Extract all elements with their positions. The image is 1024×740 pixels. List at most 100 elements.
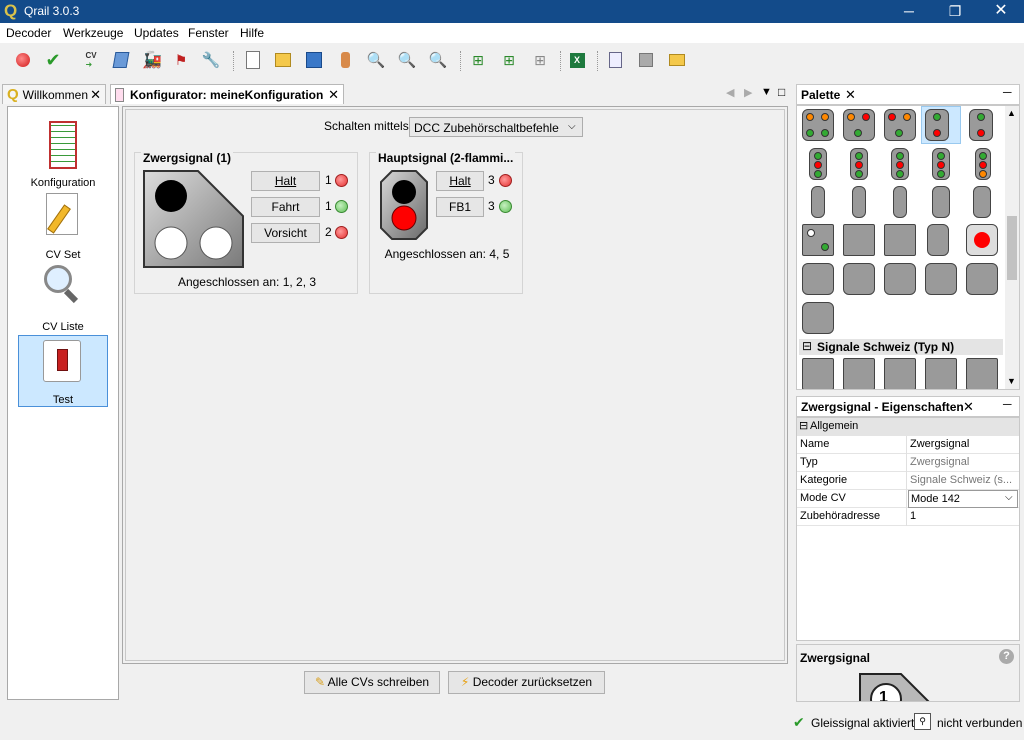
- zoom-icon[interactable]: 🔍: [365, 50, 387, 70]
- new-config-icon[interactable]: [242, 50, 264, 70]
- collapse-icon[interactable]: ⊟: [799, 419, 808, 432]
- palette-signal-icon[interactable]: [809, 148, 827, 180]
- aspect-fb1-button[interactable]: FB1: [436, 197, 484, 217]
- add-page-icon[interactable]: [604, 50, 626, 70]
- properties-close-icon[interactable]: ✕: [963, 399, 974, 415]
- palette-blank-icon[interactable]: [927, 224, 949, 256]
- tab-konfigurator[interactable]: Konfigurator: meineKonfiguration ✕: [110, 84, 344, 104]
- palette-signal-icon[interactable]: [893, 186, 907, 218]
- green-led-icon: [499, 200, 512, 213]
- palette-swiss-icon[interactable]: [925, 358, 957, 389]
- menu-fenster[interactable]: Fenster: [188, 26, 229, 40]
- palette-signal-icon[interactable]: [802, 109, 834, 141]
- write-all-cvs-button[interactable]: ✎ Alle CVs schreiben: [304, 671, 440, 694]
- tab-scroll-left-icon[interactable]: ◀: [726, 86, 734, 99]
- nav-test[interactable]: Test: [18, 335, 108, 407]
- palette-signal-icon[interactable]: [884, 263, 916, 295]
- folder-icon[interactable]: [666, 50, 688, 70]
- close-icon[interactable]: ✕: [978, 0, 1024, 23]
- palette-close-icon[interactable]: ✕: [845, 87, 856, 103]
- palette-signal-icon[interactable]: [802, 263, 834, 295]
- property-value[interactable]: Zwergsignal: [910, 438, 1018, 450]
- palette-signal-icon[interactable]: [891, 148, 909, 180]
- switch-mode-select[interactable]: DCC Zubehörschaltbefehle ⌵: [409, 117, 583, 137]
- signal-import-icon[interactable]: ⚑: [170, 50, 192, 70]
- palette-dwarf-icon[interactable]: [802, 224, 834, 256]
- palette-signal-icon[interactable]: [852, 186, 866, 218]
- palette-bar-icon[interactable]: [884, 224, 916, 256]
- stack-icon[interactable]: [635, 50, 657, 70]
- property-value[interactable]: 1: [910, 510, 1018, 522]
- cv-write-icon[interactable]: [110, 50, 132, 70]
- palette-signal-icon[interactable]: [843, 263, 875, 295]
- palette-signal-icon[interactable]: [843, 109, 875, 141]
- tree-add-icon[interactable]: ⊞: [498, 50, 520, 70]
- tab-scroll-right-icon[interactable]: ▶: [744, 86, 752, 99]
- aspect-fahrt-button[interactable]: Fahrt: [251, 197, 320, 217]
- palette-swiss-icon[interactable]: [966, 358, 998, 389]
- menu-hilfe[interactable]: Hilfe: [240, 26, 264, 40]
- palette-diagonal-icon[interactable]: [843, 224, 875, 256]
- palette-signal-icon[interactable]: [884, 109, 916, 141]
- palette-signal-icon[interactable]: [925, 263, 957, 295]
- aspect-halt-button[interactable]: Halt: [251, 171, 320, 191]
- tab-close-icon[interactable]: ✕: [90, 87, 101, 103]
- tree-remove-icon[interactable]: ⊞: [529, 50, 551, 70]
- menu-updates[interactable]: Updates: [134, 26, 179, 40]
- menu-decoder[interactable]: Decoder: [6, 26, 51, 40]
- help-icon[interactable]: ?: [999, 649, 1014, 664]
- bottle-icon[interactable]: [334, 50, 356, 70]
- check-icon[interactable]: ✔: [42, 50, 64, 70]
- palette-signal-icon[interactable]: [969, 109, 993, 141]
- palette-signal-icon[interactable]: [802, 302, 834, 334]
- tab-close-icon[interactable]: ✕: [328, 87, 339, 103]
- palette-signal-icon[interactable]: [966, 263, 998, 295]
- nav-cv-liste[interactable]: CV Liste: [18, 263, 108, 333]
- maximize-icon[interactable]: ❐: [932, 0, 978, 23]
- excel-export-icon[interactable]: X: [566, 50, 588, 70]
- nav-konfiguration[interactable]: Konfiguration: [18, 117, 108, 189]
- zoom-in-icon[interactable]: 🔍: [396, 50, 418, 70]
- tab-willkommen[interactable]: Q Willkommen ✕: [2, 84, 106, 104]
- zoom-out-icon[interactable]: 🔍: [427, 50, 449, 70]
- palette-scrollbar[interactable]: ▲ ▼: [1005, 106, 1019, 389]
- minimize-icon[interactable]: ─: [886, 0, 932, 23]
- palette-section-header[interactable]: ⊟ Signale Schweiz (Typ N): [799, 339, 1003, 355]
- palette-swiss-icon[interactable]: [884, 358, 916, 389]
- menu-werkzeuge[interactable]: Werkzeuge: [63, 26, 123, 40]
- palette-minimize-icon[interactable]: ─: [1003, 85, 1012, 99]
- properties-group-header[interactable]: ⊟ Allgemein: [797, 418, 1019, 436]
- palette-signal-selected-icon[interactable]: [925, 109, 949, 141]
- palette-red-icon[interactable]: [966, 224, 998, 256]
- tab-list-icon[interactable]: ▼: [761, 86, 772, 98]
- mode-cv-select[interactable]: Mode 142 ⌵: [908, 490, 1018, 508]
- palette-signal-icon[interactable]: [850, 148, 868, 180]
- scroll-up-icon[interactable]: ▲: [1007, 108, 1016, 118]
- palette-signal-icon[interactable]: [975, 148, 991, 180]
- tools-icon[interactable]: 🔧: [200, 50, 222, 70]
- scroll-down-icon[interactable]: ▼: [1007, 376, 1016, 386]
- open-config-icon[interactable]: [272, 50, 294, 70]
- palette-swiss-icon[interactable]: [843, 358, 875, 389]
- reset-decoder-button[interactable]: ⚡ Decoder zurücksetzen: [448, 671, 605, 694]
- record-icon[interactable]: [12, 50, 34, 70]
- tree-icon[interactable]: ⊞: [467, 50, 489, 70]
- palette-signal-icon[interactable]: [932, 148, 950, 180]
- dwarf-signal-image[interactable]: [143, 170, 244, 268]
- palette-swiss-icon[interactable]: [802, 358, 834, 389]
- maximize-pane-icon[interactable]: □: [778, 85, 785, 99]
- palette-signal-icon[interactable]: [932, 186, 950, 218]
- locomotive-icon[interactable]: 🚂: [141, 50, 163, 70]
- palette-signal-icon[interactable]: [811, 186, 825, 218]
- main-signal-image[interactable]: [380, 170, 428, 240]
- properties-minimize-icon[interactable]: ─: [1003, 397, 1012, 411]
- aspect-vorsicht-button[interactable]: Vorsicht: [251, 223, 320, 243]
- palette-signal-icon[interactable]: [973, 186, 991, 218]
- document-tabs: Q Willkommen ✕ Konfigurator: meineKonfig…: [2, 84, 792, 106]
- cv-read-icon[interactable]: CV ➜: [80, 50, 102, 70]
- aspect-halt-button[interactable]: Halt: [436, 171, 484, 191]
- save-config-icon[interactable]: [303, 50, 325, 70]
- collapse-icon[interactable]: ⊟: [802, 339, 812, 353]
- scroll-thumb[interactable]: [1007, 216, 1017, 280]
- nav-cv-set[interactable]: CV Set: [18, 191, 108, 261]
